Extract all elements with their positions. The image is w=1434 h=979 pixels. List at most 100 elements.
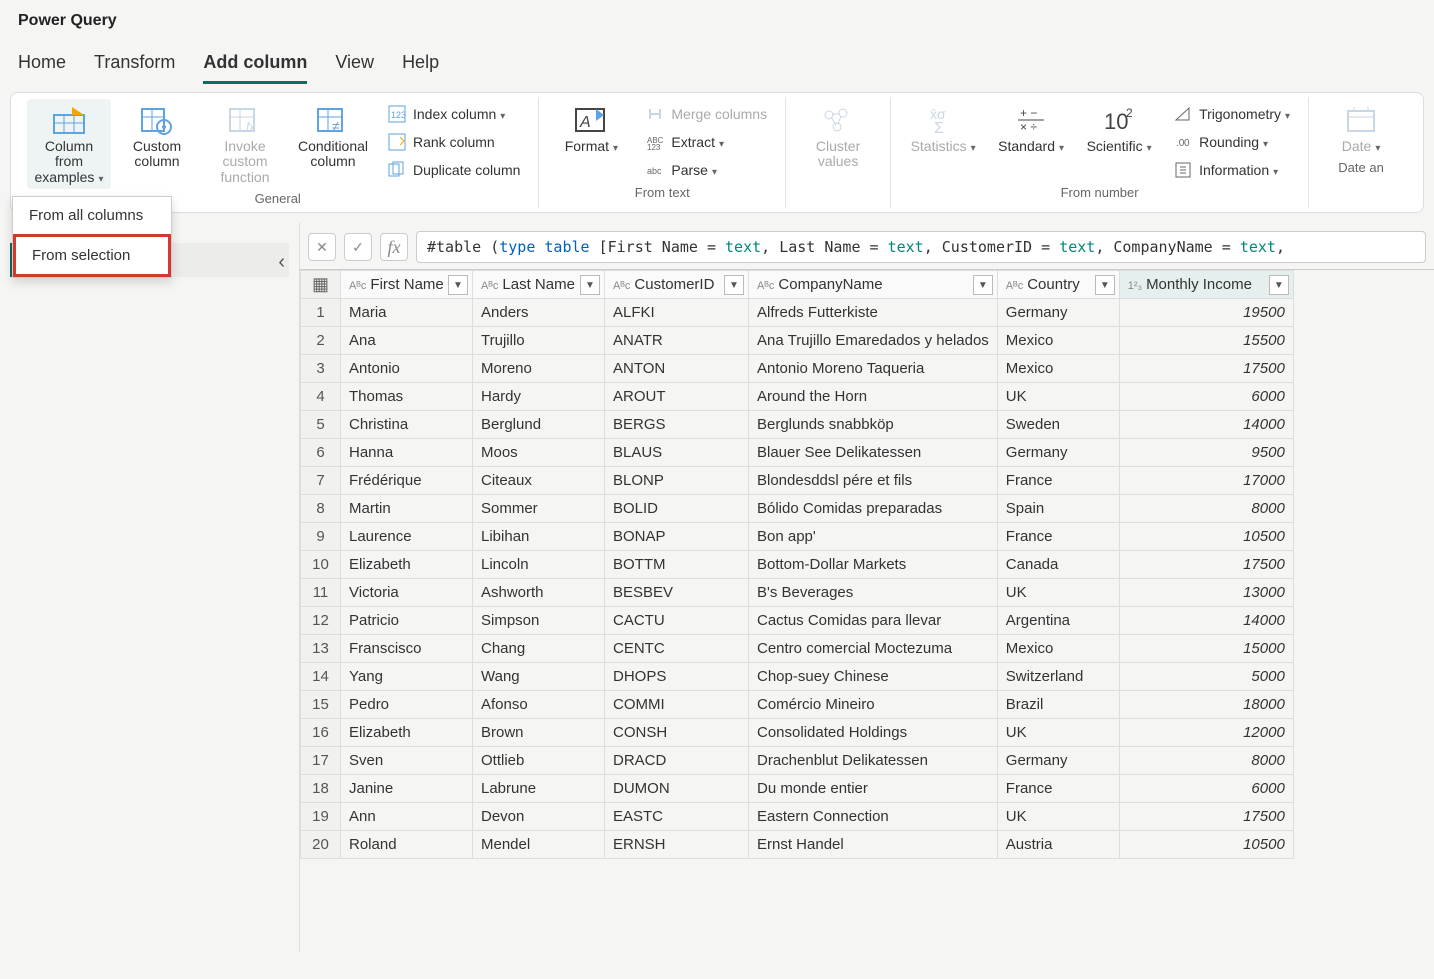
table-row[interactable]: 17SvenOttliebDRACDDrachenblut Delikatess…: [301, 747, 1294, 775]
cell-income[interactable]: 13000: [1119, 579, 1293, 607]
index-column-button[interactable]: 123 Index column: [379, 101, 528, 127]
cell-customer-id[interactable]: CENTC: [605, 635, 749, 663]
cell-income[interactable]: 5000: [1119, 663, 1293, 691]
cell-income[interactable]: 15500: [1119, 327, 1293, 355]
cell-country[interactable]: France: [997, 523, 1119, 551]
collapse-queries-button[interactable]: ‹: [278, 251, 285, 274]
table-row[interactable]: 10ElizabethLincolnBOTTMBottom-Dollar Mar…: [301, 551, 1294, 579]
cell-first-name[interactable]: Victoria: [341, 579, 473, 607]
cell-company[interactable]: Bon app': [749, 523, 998, 551]
cell-income[interactable]: 12000: [1119, 719, 1293, 747]
cell-company[interactable]: Chop-suey Chinese: [749, 663, 998, 691]
tab-add-column[interactable]: Add column: [203, 52, 307, 84]
row-number[interactable]: 9: [301, 523, 341, 551]
cell-customer-id[interactable]: COMMI: [605, 691, 749, 719]
cell-company[interactable]: Consolidated Holdings: [749, 719, 998, 747]
row-number[interactable]: 5: [301, 411, 341, 439]
row-number[interactable]: 8: [301, 495, 341, 523]
cell-income[interactable]: 10500: [1119, 523, 1293, 551]
cell-last-name[interactable]: Mendel: [473, 831, 605, 859]
cell-first-name[interactable]: Ana: [341, 327, 473, 355]
cell-country[interactable]: Argentina: [997, 607, 1119, 635]
table-row[interactable]: 8MartinSommerBOLIDBólido Comidas prepara…: [301, 495, 1294, 523]
cell-income[interactable]: 10500: [1119, 831, 1293, 859]
table-row[interactable]: 15PedroAfonsoCOMMIComércio MineiroBrazil…: [301, 691, 1294, 719]
custom-column-button[interactable]: Custom column: [115, 99, 199, 174]
col-header-last-name[interactable]: AᴮcLast Name▼: [473, 271, 605, 299]
cell-income[interactable]: 8000: [1119, 747, 1293, 775]
cell-income[interactable]: 18000: [1119, 691, 1293, 719]
cell-last-name[interactable]: Brown: [473, 719, 605, 747]
col-header-income[interactable]: 1²₃Monthly Income▼: [1119, 271, 1293, 299]
cell-first-name[interactable]: Sven: [341, 747, 473, 775]
cell-company[interactable]: Centro comercial Moctezuma: [749, 635, 998, 663]
cell-last-name[interactable]: Anders: [473, 299, 605, 327]
cell-income[interactable]: 14000: [1119, 607, 1293, 635]
row-number[interactable]: 1: [301, 299, 341, 327]
cell-customer-id[interactable]: ALFKI: [605, 299, 749, 327]
formula-cancel-button[interactable]: ✕: [308, 233, 336, 261]
tab-transform[interactable]: Transform: [94, 52, 175, 84]
cell-last-name[interactable]: Lincoln: [473, 551, 605, 579]
cell-company[interactable]: Bottom-Dollar Markets: [749, 551, 998, 579]
cell-country[interactable]: France: [997, 467, 1119, 495]
cell-last-name[interactable]: Sommer: [473, 495, 605, 523]
cell-last-name[interactable]: Hardy: [473, 383, 605, 411]
cell-last-name[interactable]: Wang: [473, 663, 605, 691]
table-row[interactable]: 2AnaTrujilloANATRAna Trujillo Emaredados…: [301, 327, 1294, 355]
cell-last-name[interactable]: Moos: [473, 439, 605, 467]
row-number[interactable]: 2: [301, 327, 341, 355]
cell-last-name[interactable]: Simpson: [473, 607, 605, 635]
cell-country[interactable]: Germany: [997, 439, 1119, 467]
table-row[interactable]: 11VictoriaAshworthBESBEVB's BeveragesUK1…: [301, 579, 1294, 607]
cell-country[interactable]: Spain: [997, 495, 1119, 523]
cell-country[interactable]: UK: [997, 383, 1119, 411]
row-number[interactable]: 16: [301, 719, 341, 747]
cell-first-name[interactable]: Thomas: [341, 383, 473, 411]
cell-company[interactable]: Antonio Moreno Taqueria: [749, 355, 998, 383]
cell-customer-id[interactable]: BOTTM: [605, 551, 749, 579]
cell-company[interactable]: Eastern Connection: [749, 803, 998, 831]
menu-from-selection[interactable]: From selection: [13, 234, 171, 277]
filter-income[interactable]: ▼: [1269, 275, 1289, 295]
cell-country[interactable]: Canada: [997, 551, 1119, 579]
table-row[interactable]: 19AnnDevonEASTCEastern ConnectionUK17500: [301, 803, 1294, 831]
row-number[interactable]: 17: [301, 747, 341, 775]
cell-country[interactable]: France: [997, 775, 1119, 803]
cell-last-name[interactable]: Chang: [473, 635, 605, 663]
cell-income[interactable]: 6000: [1119, 775, 1293, 803]
tab-view[interactable]: View: [335, 52, 374, 84]
cell-income[interactable]: 9500: [1119, 439, 1293, 467]
cell-country[interactable]: UK: [997, 719, 1119, 747]
cell-country[interactable]: Sweden: [997, 411, 1119, 439]
cell-customer-id[interactable]: BLONP: [605, 467, 749, 495]
cell-last-name[interactable]: Ottlieb: [473, 747, 605, 775]
cell-company[interactable]: Ana Trujillo Emaredados y helados: [749, 327, 998, 355]
table-row[interactable]: 9LaurenceLibihanBONAPBon app'France10500: [301, 523, 1294, 551]
table-row[interactable]: 13FransciscoChangCENTCCentro comercial M…: [301, 635, 1294, 663]
cell-first-name[interactable]: Franscisco: [341, 635, 473, 663]
column-from-examples-button[interactable]: Column from examples: [27, 99, 111, 189]
cell-income[interactable]: 17500: [1119, 355, 1293, 383]
row-number[interactable]: 12: [301, 607, 341, 635]
cell-country[interactable]: Switzerland: [997, 663, 1119, 691]
row-number[interactable]: 3: [301, 355, 341, 383]
table-corner-button[interactable]: ▦: [301, 271, 341, 299]
cell-company[interactable]: Around the Horn: [749, 383, 998, 411]
filter-company[interactable]: ▼: [973, 275, 993, 295]
extract-button[interactable]: ABC123 Extract: [637, 129, 775, 155]
cell-country[interactable]: UK: [997, 579, 1119, 607]
row-number[interactable]: 11: [301, 579, 341, 607]
format-button[interactable]: A Format: [549, 99, 633, 158]
cell-country[interactable]: Germany: [997, 747, 1119, 775]
cell-first-name[interactable]: Pedro: [341, 691, 473, 719]
formula-accept-button[interactable]: ✓: [344, 233, 372, 261]
cell-country[interactable]: Mexico: [997, 355, 1119, 383]
cell-income[interactable]: 17000: [1119, 467, 1293, 495]
cell-first-name[interactable]: Roland: [341, 831, 473, 859]
cell-customer-id[interactable]: DHOPS: [605, 663, 749, 691]
table-row[interactable]: 7FrédériqueCiteauxBLONPBlondesddsl pére …: [301, 467, 1294, 495]
rounding-button[interactable]: .00 Rounding: [1165, 129, 1298, 155]
cell-first-name[interactable]: Martin: [341, 495, 473, 523]
table-row[interactable]: 6HannaMoosBLAUSBlauer See DelikatessenGe…: [301, 439, 1294, 467]
